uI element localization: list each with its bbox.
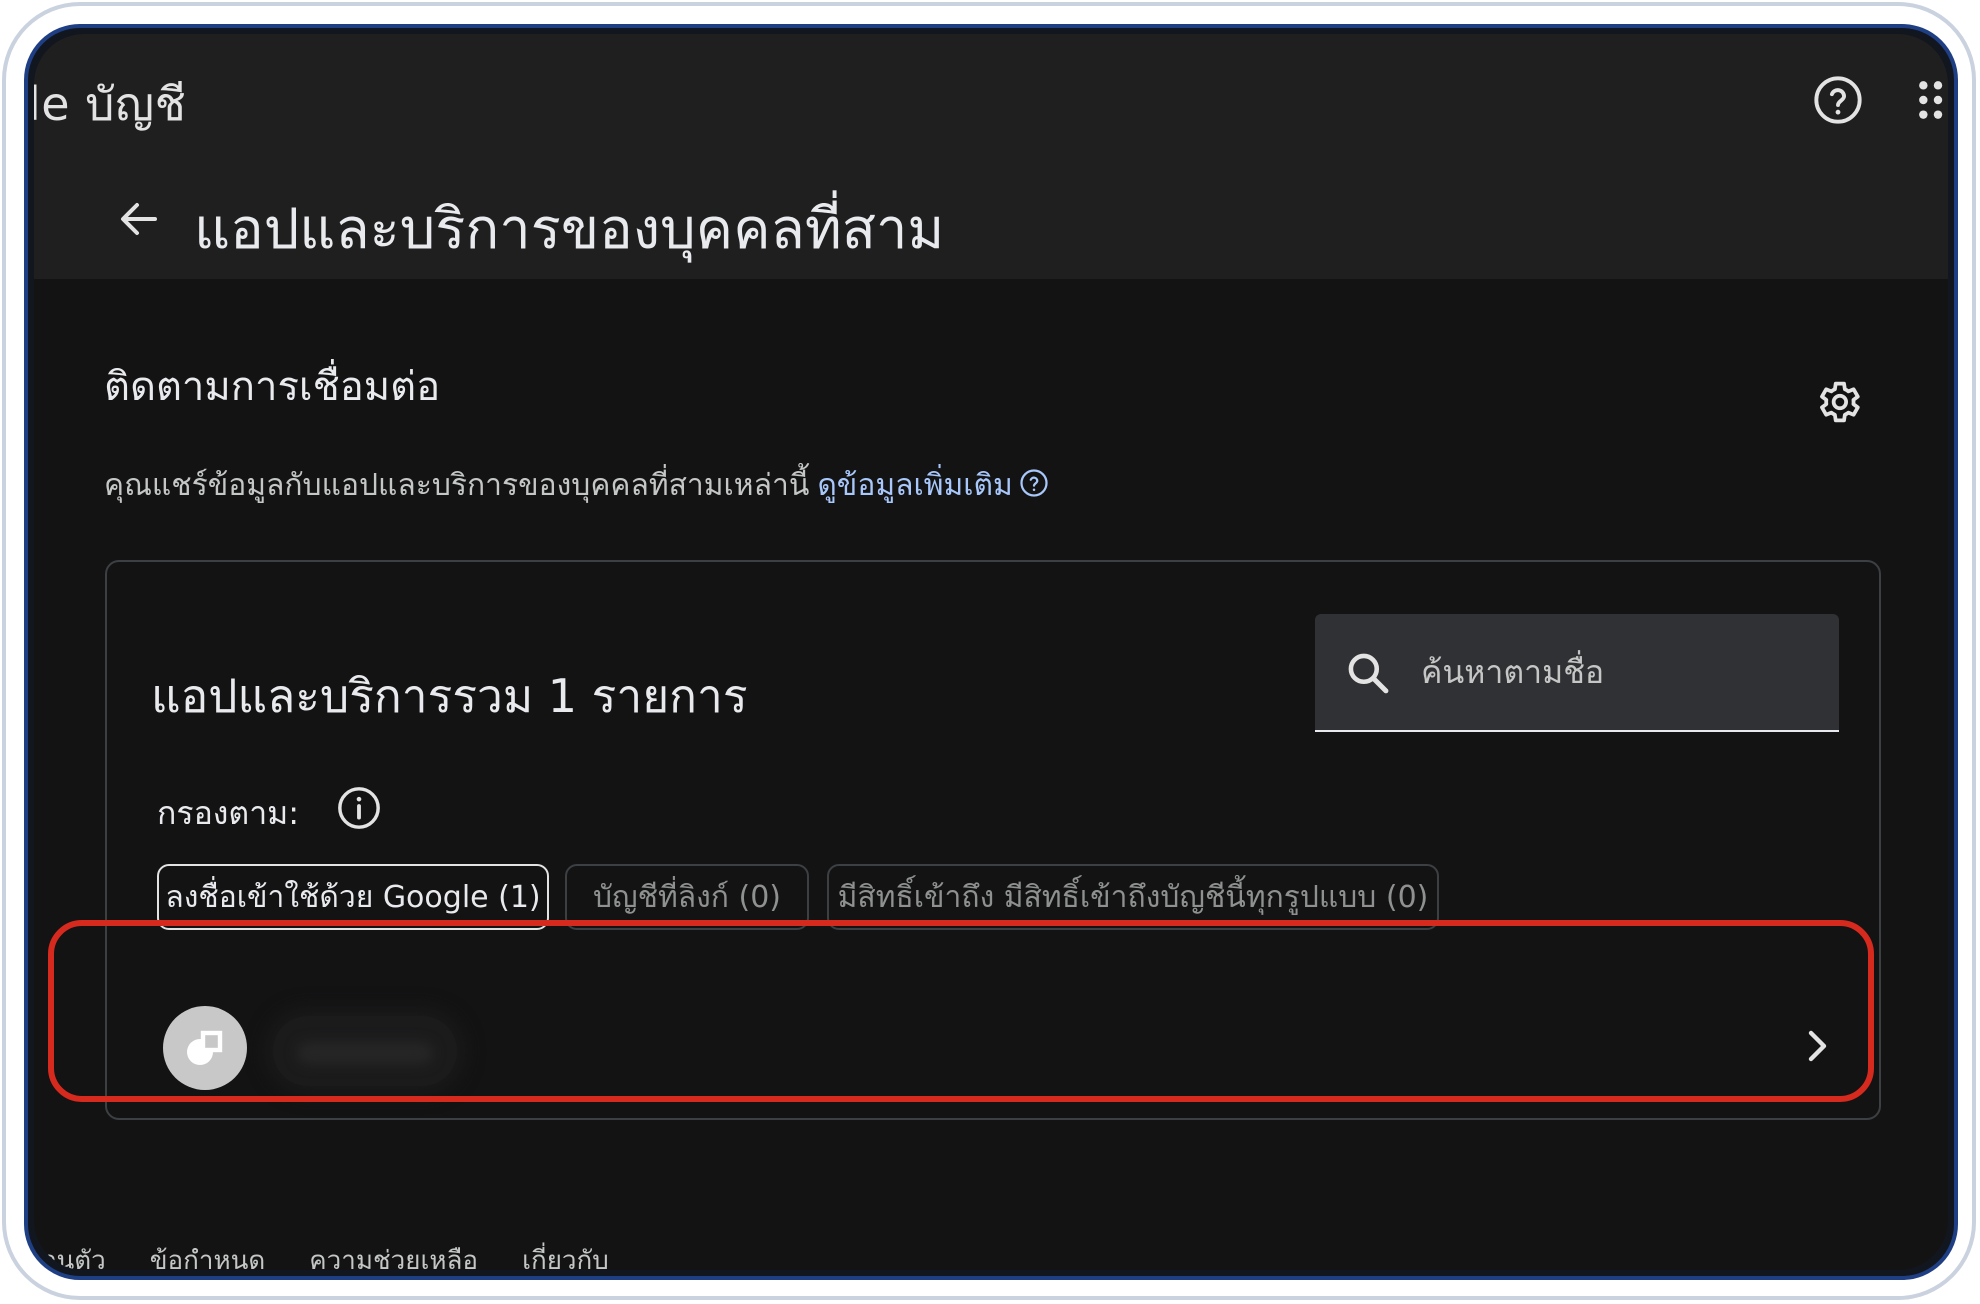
arrow-left-icon[interactable] <box>104 184 174 254</box>
info-icon[interactable] <box>331 780 387 836</box>
footer-link-privacy[interactable]: ส่วนตัว <box>34 1240 106 1270</box>
description-text: คุณแชร์ข้อมูลกับแอปและบริการของบุคคลที่ส… <box>104 468 810 503</box>
app-list-item[interactable] <box>107 972 1879 1118</box>
redacted-text <box>297 1042 433 1064</box>
search-input[interactable] <box>1419 614 1823 730</box>
filter-label: กรองตาม: <box>157 794 300 832</box>
section-description: คุณแชร์ข้อมูลกับแอปและบริการของบุคคลที่ส… <box>104 462 1049 509</box>
app-logo-icon <box>163 1006 247 1090</box>
footer-link-terms[interactable]: ข้อกำหนด <box>150 1240 266 1270</box>
apps-count-title: แอปและบริการรวม 1 รายการ <box>151 669 748 723</box>
device-bezel: le บัญชี แอปและบริการของบุคคลที่สาม ติดต… <box>24 24 1958 1280</box>
footer-links: ส่วนตัว ข้อกำหนด ความช่วยเหลือ เกี่ยวกับ <box>34 1240 609 1270</box>
footer-link-about[interactable]: เกี่ยวกับ <box>522 1240 609 1270</box>
filter-chip-sign-in-with-google[interactable]: ลงชื่อเข้าใช้ด้วย Google (1) <box>157 864 549 930</box>
footer-link-help[interactable]: ความช่วยเหลือ <box>309 1240 478 1270</box>
filter-chip-linked-accounts: บัญชีที่ลิงก์ (0) <box>565 864 809 930</box>
help-small-icon[interactable] <box>1019 468 1049 506</box>
help-icon[interactable] <box>1808 70 1868 130</box>
section-title: ติดตามการเชื่อมต่อ <box>104 364 441 410</box>
chevron-right-icon <box>1793 1022 1841 1070</box>
account-brand[interactable]: le บัญชี <box>34 68 186 141</box>
apps-card: แอปและบริการรวม 1 รายการ กรองตาม: <box>105 560 1881 1120</box>
search-icon <box>1343 648 1393 698</box>
search-box[interactable] <box>1315 614 1839 732</box>
gear-icon[interactable] <box>1806 370 1870 434</box>
app-name-redacted <box>273 1016 457 1086</box>
top-header: le บัญชี แอปและบริการของบุคคลที่สาม <box>34 34 1948 279</box>
page-title: แอปและบริการของบุคคลที่สาม <box>194 197 945 262</box>
apps-grid-icon[interactable] <box>1908 70 1948 130</box>
device-frame: le บัญชี แอปและบริการของบุคคลที่สาม ติดต… <box>2 2 1976 1300</box>
filter-chip-full-access: มีสิทธิ์เข้าถึง มีสิทธิ์เข้าถึงบัญชีนี้ท… <box>827 864 1439 930</box>
learn-more-link[interactable]: ดูข้อมูลเพิ่มเติม <box>817 468 1012 503</box>
screen: le บัญชี แอปและบริการของบุคคลที่สาม ติดต… <box>34 34 1948 1270</box>
